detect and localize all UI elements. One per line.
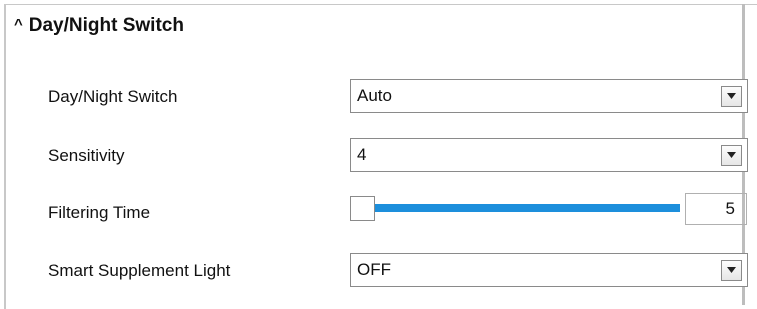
filtering-time-slider-handle[interactable] (350, 196, 375, 221)
day-night-switch-select[interactable]: Auto (350, 79, 748, 113)
section-header[interactable]: ^ Day/Night Switch (14, 15, 184, 37)
smart-supplement-light-label: Smart Supplement Light (48, 261, 231, 280)
day-night-switch-value: Auto (357, 86, 392, 105)
day-night-switch-label: Day/Night Switch (48, 87, 178, 106)
chevron-down-icon[interactable] (721, 85, 742, 107)
smart-supplement-light-select[interactable]: OFF (350, 253, 748, 287)
filtering-time-slider-track[interactable] (365, 204, 680, 212)
chevron-down-icon[interactable] (721, 259, 742, 281)
sensitivity-select[interactable]: 4 (350, 138, 748, 172)
sensitivity-label: Sensitivity (48, 146, 125, 165)
chevron-down-icon[interactable] (721, 144, 742, 166)
filtering-time-value[interactable]: 5 (685, 193, 747, 225)
caret-up-icon[interactable]: ^ (14, 16, 23, 33)
filtering-time-label: Filtering Time (48, 203, 151, 222)
section-title: Day/Night Switch (28, 15, 184, 36)
smart-supplement-light-value: OFF (357, 260, 391, 279)
sensitivity-value: 4 (357, 145, 367, 164)
